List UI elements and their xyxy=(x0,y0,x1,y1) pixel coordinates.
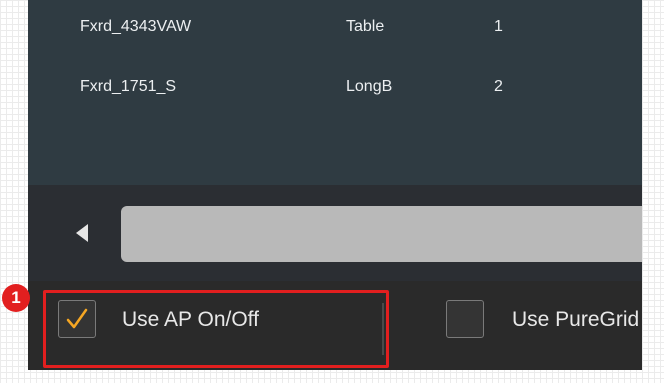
row-count: 1 xyxy=(494,18,503,35)
row-type: LongBoard xyxy=(346,78,393,95)
use-ap-label: Use AP On/Off xyxy=(122,308,259,331)
options-bar: Use AP On/Off Use PureGrid xyxy=(28,281,642,370)
use-puregrid-label: Use PureGrid xyxy=(512,308,640,331)
use-ap-checkbox[interactable] xyxy=(58,300,96,338)
scroll-left-icon[interactable] xyxy=(76,224,88,242)
check-icon xyxy=(66,308,88,329)
table-row[interactable]: Fxrd_4343VAW Table 1 xyxy=(28,5,642,49)
divider xyxy=(382,303,384,355)
row-name: Fxrd_1751_S xyxy=(80,78,177,95)
model-panel: Fxrd_4343VAW Table 1 Fxrd_1751_S LongBoa… xyxy=(28,0,642,370)
row-name: Fxrd_4343VAW xyxy=(80,18,192,35)
row-count: 2 xyxy=(494,78,503,95)
horizontal-scrollbar[interactable] xyxy=(28,185,642,281)
use-puregrid-checkbox[interactable] xyxy=(446,300,484,338)
use-puregrid-option[interactable]: Use PureGrid xyxy=(446,281,642,370)
scrollbar-thumb[interactable] xyxy=(121,206,642,262)
use-ap-option[interactable]: Use AP On/Off xyxy=(48,281,388,370)
model-list: Fxrd_4343VAW Table 1 Fxrd_1751_S LongBoa… xyxy=(28,0,642,185)
table-row[interactable]: Fxrd_1751_S LongBoard 2 xyxy=(28,65,642,109)
row-type: Table xyxy=(346,18,385,35)
step-badge: 1 xyxy=(2,284,30,312)
